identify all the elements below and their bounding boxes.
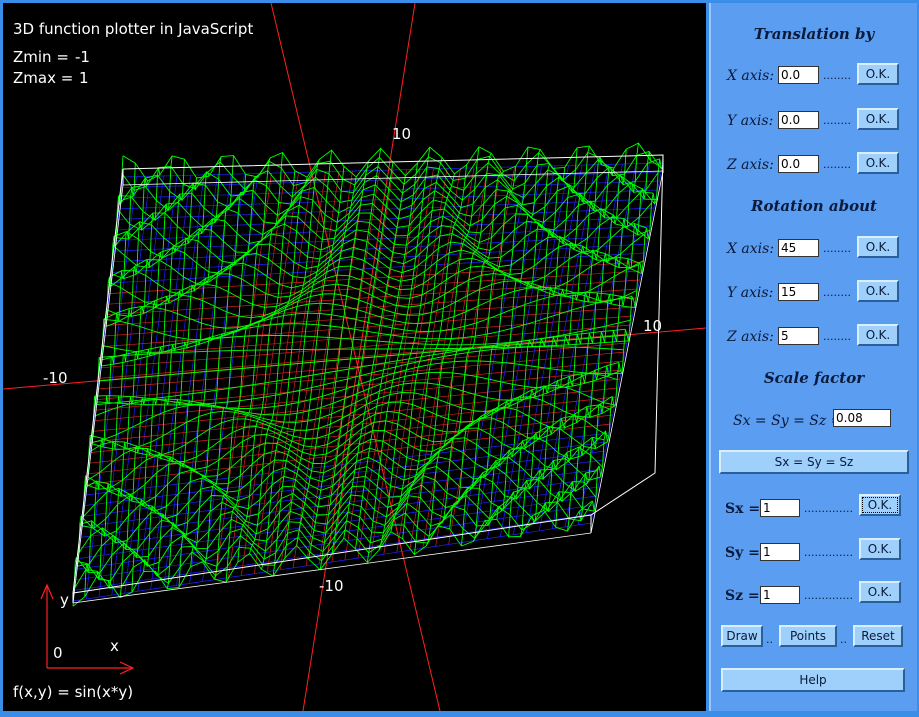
sz-label: Sz = (725, 588, 760, 604)
translation-z-ok-button[interactable]: O.K. (857, 152, 899, 174)
draw-button[interactable]: Draw (721, 625, 763, 647)
translation-y-ok-button[interactable]: O.K. (857, 108, 899, 130)
translation-y-input[interactable]: 0.0 (778, 111, 819, 129)
rotation-x-dots: ........ (823, 242, 851, 255)
translation-x-input[interactable]: 0.0 (778, 66, 819, 84)
sy-input[interactable]: 1 (760, 543, 800, 561)
rotation-x-input[interactable]: 45 (778, 239, 819, 257)
translation-x-dots: ........ (823, 69, 851, 82)
translation-x-label: X axis: (727, 68, 775, 84)
rotation-x-label: X axis: (727, 241, 775, 257)
translation-y-dots: ........ (823, 114, 851, 127)
uniform-scale-button[interactable]: Sx = Sy = Sz (719, 450, 909, 474)
zmax-label: Zmax = (13, 69, 74, 87)
mini-axis-origin-label: 0 (53, 644, 63, 662)
zmin-value: -1 (75, 48, 90, 66)
rotation-title: Rotation about (751, 197, 877, 215)
rotation-y-ok-button[interactable]: O.K. (857, 280, 899, 302)
mini-axis-y-label: y (60, 591, 69, 609)
rotation-y-dots: ........ (823, 286, 851, 299)
rotation-z-dots: ........ (823, 330, 851, 343)
translation-title: Translation by (753, 25, 875, 43)
sx-dots: .............. (804, 502, 853, 515)
z-axis-line (270, 3, 441, 711)
plot-canvas[interactable]: 3D function plotter in JavaScript Zmin =… (3, 3, 706, 711)
translation-y-label: Y axis: (727, 113, 774, 129)
sy-ok-button[interactable]: O.K. (859, 538, 901, 560)
sy-dots: .............. (804, 546, 853, 559)
points-button[interactable]: Points (779, 625, 837, 647)
rotation-z-label: Z axis: (727, 329, 774, 345)
sx-input[interactable]: 1 (760, 499, 800, 517)
rotation-z-ok-button[interactable]: O.K. (857, 324, 899, 346)
zmax-value: 1 (79, 69, 89, 87)
sx-ok-button[interactable]: O.K. (859, 494, 901, 516)
surface-mesh-line (97, 334, 628, 382)
sz-ok-button[interactable]: O.K. (859, 581, 901, 603)
axis-tick-left: -10 (43, 369, 68, 387)
translation-z-label: Z axis: (727, 157, 774, 173)
sz-input[interactable]: 1 (760, 586, 800, 604)
mini-axis-x-label: x (110, 637, 119, 655)
sx-label: Sx = (725, 501, 761, 517)
translation-x-ok-button[interactable]: O.K. (857, 63, 899, 85)
help-button[interactable]: Help (721, 668, 905, 692)
axis-tick-bottom: -10 (319, 577, 344, 595)
axis-tick-top: 10 (392, 125, 412, 143)
translation-z-input[interactable]: 0.0 (778, 155, 819, 173)
axis-tick-right: 10 (643, 317, 663, 335)
rotation-z-input[interactable]: 5 (778, 327, 819, 345)
points-sep: .. (840, 633, 847, 646)
rotation-y-input[interactable]: 15 (778, 283, 819, 301)
rotation-x-ok-button[interactable]: O.K. (857, 236, 899, 258)
zmin-label: Zmin = (13, 48, 69, 66)
control-panel: Translation by X axis: 0.0 ........ O.K.… (709, 3, 917, 711)
reset-button[interactable]: Reset (853, 625, 903, 647)
uniform-scale-input[interactable]: 0.08 (833, 409, 891, 427)
rotation-y-label: Y axis: (727, 285, 774, 301)
plot-title: 3D function plotter in JavaScript (13, 20, 254, 38)
scale-title: Scale factor (763, 369, 865, 387)
function-label: f(x,y) = sin(x*y) (13, 683, 134, 701)
sy-label: Sy = (725, 545, 760, 561)
surface-mesh-line (519, 145, 590, 537)
uniform-scale-label: Sx = Sy = Sz = (733, 413, 843, 429)
surface-mesh-line (590, 158, 664, 512)
sz-dots: .............. (804, 589, 853, 602)
surface-mesh-line (73, 501, 593, 590)
translation-z-dots: ........ (823, 158, 851, 171)
draw-sep: .. (766, 633, 773, 646)
surface-plot (3, 3, 706, 711)
